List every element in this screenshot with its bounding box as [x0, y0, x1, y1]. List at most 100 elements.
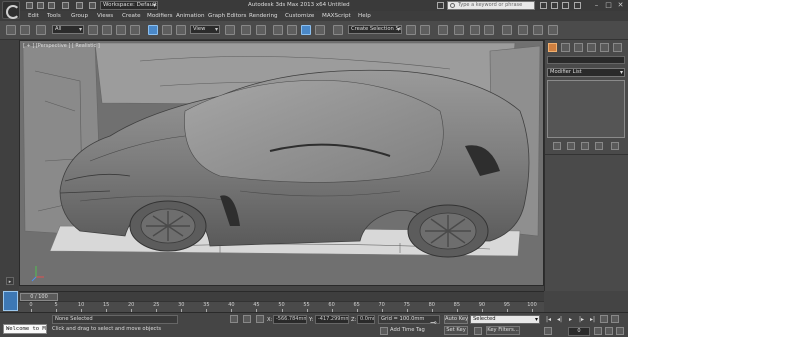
orbit-icon[interactable] [616, 327, 624, 335]
time-configuration-icon[interactable] [594, 327, 602, 335]
bind-to-space-warp-icon[interactable] [36, 25, 46, 35]
set-keys-key-icon[interactable]: ⊸ [430, 319, 442, 327]
align-icon[interactable] [420, 25, 430, 35]
key-mode-dropdown[interactable]: Selected [470, 315, 540, 324]
reference-coordinate-dropdown[interactable]: View [190, 25, 220, 34]
display-tab-icon[interactable] [600, 43, 609, 52]
select-and-link-icon[interactable] [6, 25, 16, 35]
unlink-selection-icon[interactable] [20, 25, 30, 35]
modify-tab-icon[interactable] [561, 43, 570, 52]
go-to-start-icon[interactable]: |◂ [544, 315, 553, 324]
motion-tab-icon[interactable] [587, 43, 596, 52]
select-and-rotate-icon[interactable] [162, 25, 172, 35]
new-file-icon[interactable] [26, 2, 33, 9]
favorites-star-icon[interactable] [562, 2, 569, 9]
x-coordinate-field[interactable]: -566.784mm [273, 315, 307, 324]
percent-snap-icon[interactable] [301, 25, 311, 35]
snaps-toggle-icon[interactable] [273, 25, 283, 35]
menu-modifiers[interactable]: Modifiers [147, 13, 173, 19]
selection-lock-icon[interactable] [243, 315, 251, 323]
menu-customize[interactable]: Customize [285, 13, 314, 19]
isolate-selection-icon[interactable] [230, 315, 238, 323]
menu-group[interactable]: Group [71, 13, 88, 19]
use-pivot-point-center-icon[interactable] [225, 25, 235, 35]
hierarchy-tab-icon[interactable] [574, 43, 583, 52]
go-to-end-icon[interactable]: ▸| [588, 315, 597, 324]
search-binoculars-icon[interactable] [437, 2, 444, 9]
modifier-list-dropdown[interactable]: Modifier List [547, 68, 625, 77]
angle-snap-icon[interactable] [287, 25, 297, 35]
time-slider-handle[interactable]: 0 / 100 [20, 293, 58, 301]
set-key-button[interactable]: Set Key [444, 326, 468, 335]
key-mode-toggle-icon[interactable] [544, 327, 552, 335]
rectangular-selection-icon[interactable] [116, 25, 126, 35]
perspective-viewport[interactable] [19, 40, 544, 286]
graphite-ribbon-icon[interactable] [454, 25, 464, 35]
undo-icon[interactable] [62, 2, 69, 9]
maximize-button[interactable]: □ [604, 1, 613, 9]
menu-graph-editors[interactable]: Graph Editors [208, 13, 246, 19]
object-name-field[interactable] [547, 56, 625, 64]
schematic-view-icon[interactable] [484, 25, 494, 35]
select-and-move-icon[interactable] [148, 25, 158, 35]
zoom-all-icon[interactable] [611, 315, 619, 323]
3ds-max-logo-icon[interactable] [2, 1, 20, 19]
close-button[interactable]: ✕ [616, 1, 625, 9]
menu-edit[interactable]: Edit [28, 13, 39, 19]
save-file-icon[interactable] [48, 2, 55, 9]
select-by-name-icon[interactable] [102, 25, 112, 35]
previous-frame-icon[interactable]: ◂| [555, 315, 564, 324]
show-end-result-icon[interactable] [567, 142, 575, 150]
field-of-view-icon[interactable] [605, 327, 613, 335]
select-object-icon[interactable] [88, 25, 98, 35]
open-file-icon[interactable] [37, 2, 44, 9]
add-time-tag[interactable]: Add Time Tag [390, 327, 425, 333]
track-bar[interactable]: 0 5 10 15 20 25 30 35 40 45 50 55 60 65 70 75 80 85 90 95 10… [19, 301, 544, 312]
key-filter-icon[interactable] [474, 327, 482, 335]
select-and-manipulate-icon[interactable] [241, 25, 251, 35]
z-coordinate-field[interactable]: 0.0mm [357, 315, 375, 324]
minimize-button[interactable]: – [592, 1, 601, 9]
viewport-label[interactable]: [ + ] [Perspective ] [ Realistic ] [23, 43, 100, 49]
mirror-icon[interactable] [406, 25, 416, 35]
add-time-tag-icon[interactable] [380, 327, 388, 335]
menu-views[interactable]: Views [97, 13, 113, 19]
keyboard-shortcut-override-icon[interactable] [256, 25, 266, 35]
communication-center-icon[interactable] [551, 2, 558, 9]
render-setup-icon[interactable] [518, 25, 528, 35]
time-slider[interactable]: 0 / 100 [19, 291, 544, 301]
utilities-tab-icon[interactable] [613, 43, 622, 52]
named-selection-sets-dropdown[interactable]: Create Selection Se [348, 25, 402, 34]
select-and-scale-icon[interactable] [176, 25, 186, 35]
menu-animation[interactable]: Animation [176, 13, 205, 19]
zoom-icon[interactable] [600, 315, 608, 323]
y-coordinate-field[interactable]: -417.299mm [315, 315, 349, 324]
project-folder-icon[interactable] [89, 2, 96, 9]
redo-icon[interactable] [76, 2, 83, 9]
make-unique-icon[interactable] [581, 142, 589, 150]
subscription-icon[interactable] [540, 2, 547, 9]
play-animation-icon[interactable]: ▸ [566, 315, 575, 324]
absolute-transform-icon[interactable] [256, 315, 264, 323]
render-production-icon[interactable] [548, 25, 558, 35]
selection-filter-dropdown[interactable]: All [52, 25, 84, 34]
current-frame-field[interactable]: 0 [568, 327, 590, 336]
create-tab-icon[interactable] [548, 43, 557, 52]
layer-manager-icon[interactable] [438, 25, 448, 35]
help-question-icon[interactable] [574, 2, 581, 9]
auto-key-button[interactable]: Auto Key [444, 315, 468, 324]
spinner-snap-icon[interactable] [315, 25, 325, 35]
remove-modifier-icon[interactable] [595, 142, 603, 150]
window-crossing-icon[interactable] [130, 25, 140, 35]
material-editor-icon[interactable] [502, 25, 512, 35]
next-frame-icon[interactable]: |▸ [577, 315, 586, 324]
curve-editor-icon[interactable] [470, 25, 480, 35]
pin-stack-icon[interactable] [553, 142, 561, 150]
maxscript-listener[interactable]: Welcome to M [3, 324, 47, 334]
expand-panel-button[interactable]: ▸ [6, 277, 14, 285]
menu-maxscript[interactable]: MAXScript [322, 13, 351, 19]
configure-modifier-sets-icon[interactable] [611, 142, 619, 150]
menu-tools[interactable]: Tools [47, 13, 61, 19]
modifier-stack[interactable] [547, 80, 625, 138]
key-filters-button[interactable]: Key Filters... [486, 326, 520, 335]
